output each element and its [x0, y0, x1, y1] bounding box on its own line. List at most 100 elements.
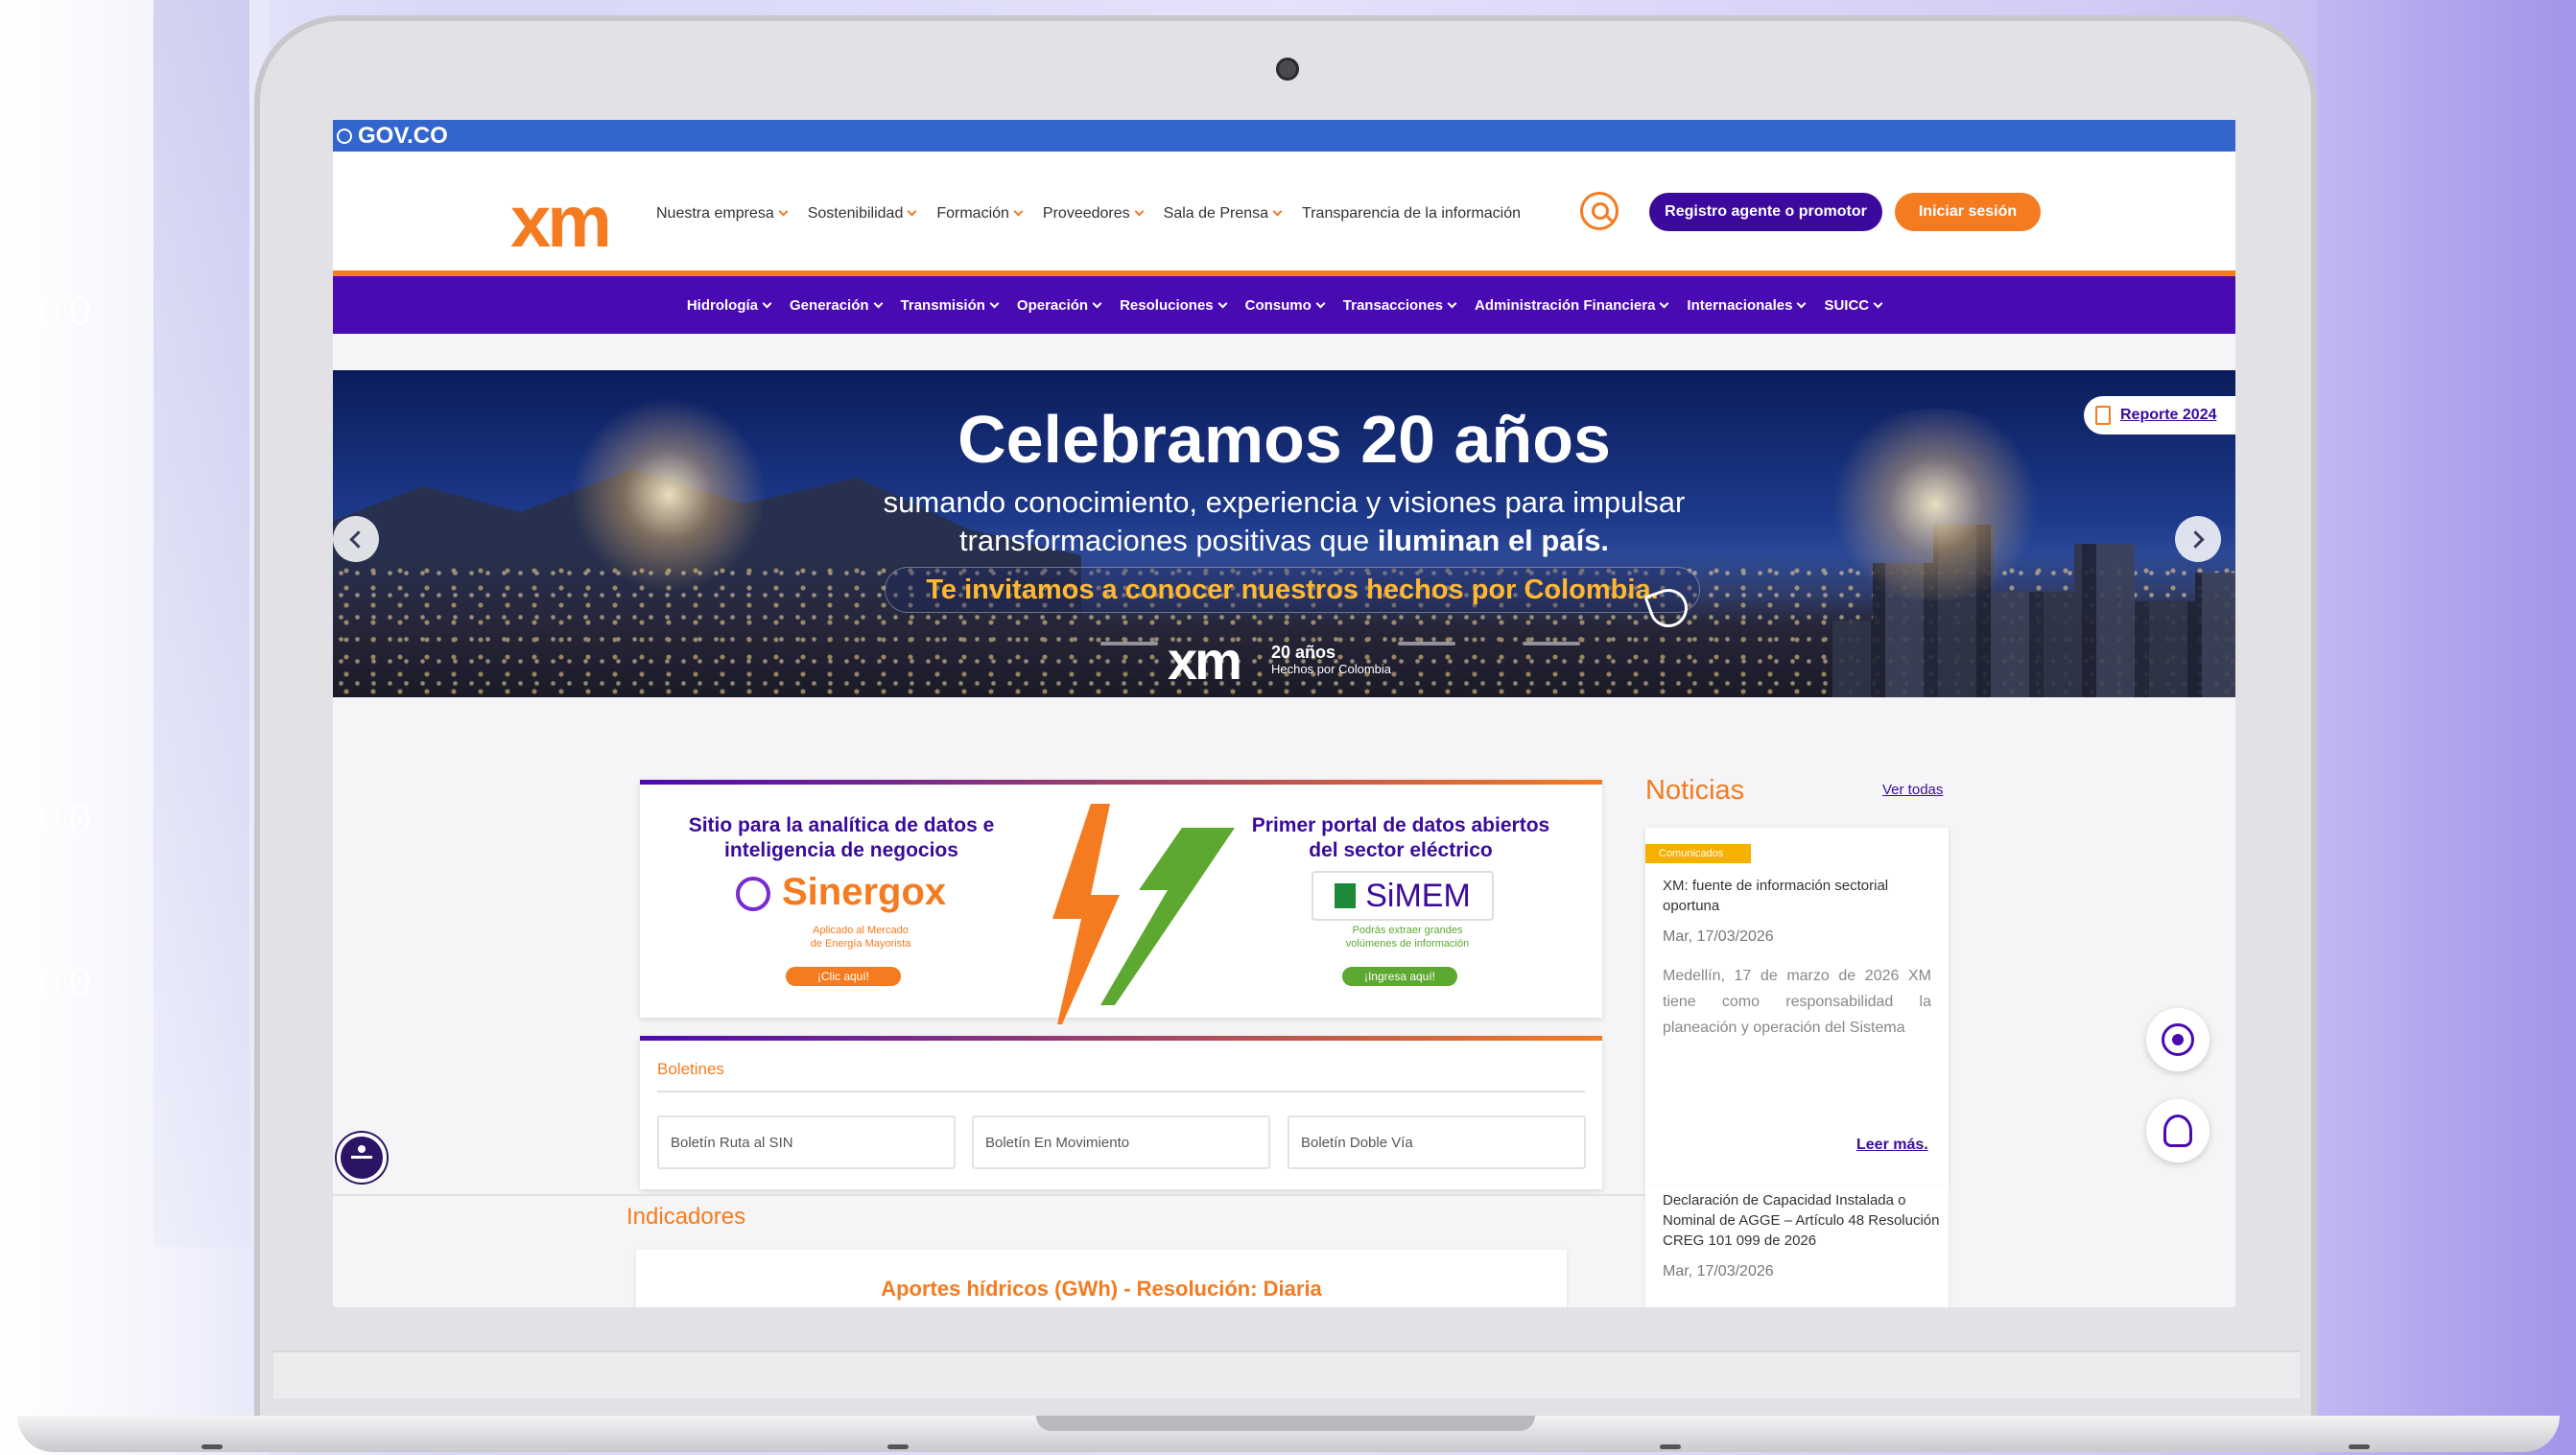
read-more-link[interactable]: Leer más. [1856, 1137, 1928, 1154]
accessibility-icon [351, 1145, 372, 1170]
subnav-item-resoluciones[interactable]: Resoluciones [1120, 297, 1228, 314]
banner-title: Celebramos 20 años [957, 402, 1611, 477]
indicadores-title: Indicadores [626, 1204, 746, 1230]
carousel-next-button[interactable] [2175, 516, 2221, 562]
nav-item-proveedores[interactable]: Proveedores [1043, 205, 1145, 223]
subnav-item-administracion-financiera[interactable]: Administración Financiera [1475, 297, 1669, 314]
subnav-item-transacciones[interactable]: Transacciones [1343, 297, 1457, 314]
subnav-item-generacion[interactable]: Generación [790, 297, 883, 314]
chevron-down-icon [989, 298, 1000, 308]
website-screen: GOV.CO xm Nuestra empresa Sostenibilidad… [333, 120, 2235, 1307]
report-2024-link[interactable]: Reporte 2024 [2084, 396, 2235, 434]
lightning-bolt-graphic [1052, 804, 1235, 1024]
news-card[interactable]: Comunicados XM: fuente de información se… [1645, 828, 1949, 1186]
agent-icon [2163, 1115, 2192, 1147]
nav-item-sostenibilidad[interactable]: Sostenibilidad [808, 205, 917, 223]
news-category-badge: Comunicados [1645, 844, 1751, 863]
subnav-item-transmision[interactable]: Transmisión [901, 297, 1000, 314]
banner-subtitle-line1: sumando conocimiento, experiencia y visi… [883, 485, 1686, 519]
site-header: xm Nuestra empresa Sostenibilidad Formac… [333, 152, 2235, 276]
news-date: Mar, 17/03/2026 [1663, 928, 1774, 945]
banner-logo-text: 20 años Hechos por Colombia [1271, 643, 1392, 676]
news-headline[interactable]: Declaración de Capacidad Instalada o Nom… [1663, 1190, 1941, 1251]
chevron-down-icon [1873, 298, 1883, 308]
divider [333, 1194, 1647, 1196]
nav-item-nuestra-empresa[interactable]: Nuestra empresa [656, 205, 789, 223]
chevron-down-icon [1013, 206, 1024, 217]
chevron-down-icon [1217, 298, 1228, 308]
laptop-foot [887, 1444, 909, 1449]
sinergox-mascot-icon [736, 877, 770, 911]
laptop-foot [201, 1444, 223, 1449]
gov-co-icon [337, 128, 352, 144]
chevron-down-icon [1134, 206, 1145, 217]
document-icon [2095, 406, 2111, 425]
nav-item-sala-de-prensa[interactable]: Sala de Prensa [1164, 205, 1283, 223]
sinergox-title: Sitio para la analítica de datos e intel… [688, 814, 995, 861]
chevron-down-icon [778, 206, 789, 217]
subnav-item-consumo[interactable]: Consumo [1245, 297, 1326, 314]
login-button[interactable]: Iniciar sesión [1895, 193, 2041, 231]
news-date: Mar, 17/03/2026 [1663, 1263, 1774, 1279]
xm-logo[interactable]: xm [510, 180, 612, 264]
see-all-news-link[interactable]: Ver todas [1882, 782, 1943, 798]
sub-nav: Hidrología Generación Transmisión Operac… [333, 276, 2235, 334]
indicator-card[interactable]: Aportes hídricos (GWh) - Resolución: Dia… [636, 1250, 1567, 1307]
main-nav: Nuestra empresa Sostenibilidad Formación… [656, 205, 1521, 223]
carousel-indicator[interactable] [1100, 642, 1158, 645]
nav-item-transparencia[interactable]: Transparencia de la información [1302, 205, 1521, 223]
search-icon[interactable] [1580, 192, 1619, 230]
hero-banner[interactable]: Celebramos 20 años sumando conocimiento,… [333, 370, 2235, 697]
boletines-card: Boletines Boletín Ruta al SIN Boletín En… [640, 1036, 1602, 1189]
subnav-item-internacionales[interactable]: Internacionales [1687, 297, 1807, 314]
laptop-foot [2349, 1444, 2370, 1449]
carousel-prev-button[interactable] [333, 516, 379, 562]
subnav-item-suicc[interactable]: SUICC [1824, 297, 1883, 314]
laptop-chin [273, 1350, 2300, 1398]
banner-cta[interactable]: Te invitamos a conocer nuestros hechos p… [885, 567, 1700, 613]
chevron-down-icon [1447, 298, 1457, 308]
subnav-item-hidrologia[interactable]: Hidrología [687, 297, 772, 314]
accessibility-button[interactable] [337, 1133, 387, 1183]
chevron-down-icon [907, 206, 917, 217]
simem-logo[interactable]: SiMEM [1312, 871, 1494, 921]
news-title: Noticias [1645, 775, 1745, 806]
carousel-indicator[interactable] [1398, 642, 1455, 645]
sinergox-cta-button[interactable]: ¡Clic aquí! [786, 967, 901, 986]
simem-cta-button[interactable]: ¡Ingresa aquí! [1342, 967, 1457, 986]
simem-mark-icon [1335, 883, 1357, 908]
analytics-card: Sitio para la analítica de datos e intel… [640, 780, 1602, 1024]
virtual-agent-button[interactable] [2146, 1099, 2210, 1162]
boletin-doble-via[interactable]: Boletín Doble Vía [1288, 1115, 1586, 1169]
news-card[interactable]: Declaración de Capacidad Instalada o Nom… [1645, 1186, 1949, 1307]
boletines-title: Boletines [657, 1060, 724, 1078]
simem-title: Primer portal de datos abiertos del sect… [1251, 814, 1550, 861]
chevron-down-icon [873, 298, 883, 308]
simem-tagline: Podrás extraer grandes volúmenes de info… [1345, 925, 1470, 950]
laptop-foot [1660, 1444, 1681, 1449]
webcam-icon [1276, 58, 1299, 81]
chevron-down-icon [1272, 206, 1283, 217]
news-excerpt: Medellín, 17 de marzo de 2026 XM tiene c… [1663, 968, 1931, 1036]
banner-xm-logo: xm [1168, 630, 1242, 691]
chevron-down-icon [1659, 298, 1669, 308]
subnav-item-operacion[interactable]: Operación [1017, 297, 1102, 314]
sinergox-logo[interactable]: Sinergox [782, 871, 946, 914]
chevron-down-icon [1797, 298, 1807, 308]
whatsapp-icon [2162, 1023, 2194, 1056]
sinergox-tagline: Aplicado al Mercado de Energía Mayorista [810, 925, 911, 950]
boletin-en-movimiento[interactable]: Boletín En Movimiento [972, 1115, 1270, 1169]
boletin-ruta-al-sin[interactable]: Boletín Ruta al SIN [657, 1115, 956, 1169]
nav-item-formacion[interactable]: Formación [936, 205, 1024, 223]
chevron-down-icon [1315, 298, 1326, 308]
gov-bar[interactable]: GOV.CO [333, 120, 2235, 152]
chevron-down-icon [1092, 298, 1102, 308]
indicator-title: Aportes hídricos (GWh) - Resolución: Dia… [881, 1277, 1322, 1301]
divider [657, 1091, 1585, 1092]
news-headline[interactable]: XM: fuente de información sectorial opor… [1663, 876, 1941, 916]
register-agent-button[interactable]: Registro agente o promotor [1649, 193, 1882, 231]
whatsapp-button[interactable] [2146, 1008, 2210, 1071]
chevron-down-icon [762, 298, 772, 308]
carousel-indicator[interactable] [1523, 642, 1580, 645]
gov-co-label: GOV.CO [358, 122, 448, 149]
